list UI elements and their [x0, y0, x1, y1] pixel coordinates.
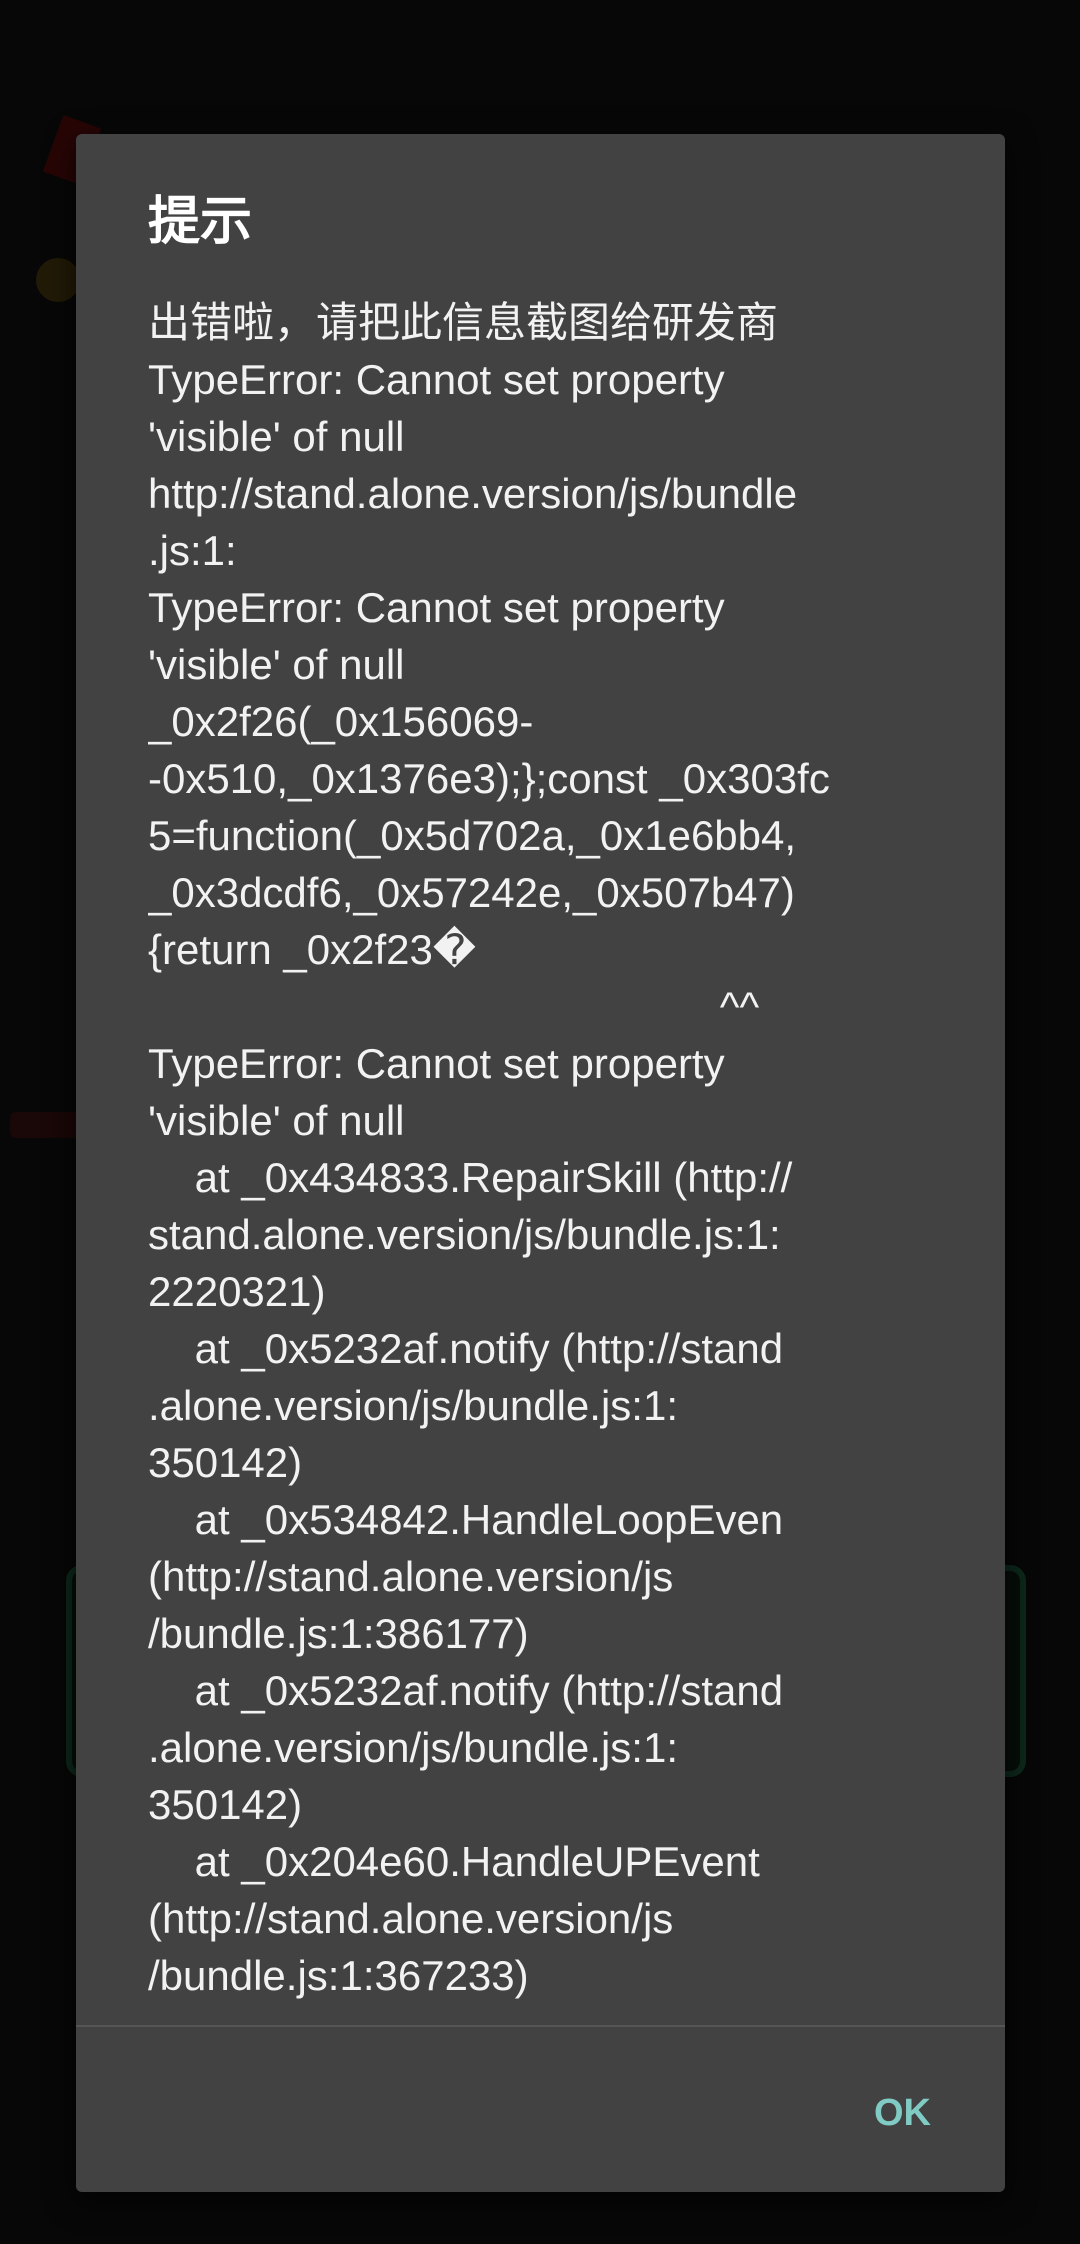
error-message[interactable]: 出错啦，请把此信息截图给研发商 TypeError: Cannot set pro… [148, 294, 948, 2156]
error-message-line: /bundle.js:1:367233) [148, 1952, 529, 1999]
error-message-line: at _0x534842.HandleLoopEven [148, 1496, 784, 1543]
error-message-line: .alone.version/js/bundle.js:1: [148, 1724, 678, 1771]
error-message-line: stand.alone.version/js/bundle.js:1: [148, 1211, 781, 1258]
error-message-line: http://stand.alone.version/js/bundle [148, 470, 798, 517]
error-message-line: 2220321) [148, 1268, 326, 1315]
error-message-line: TypeError: Cannot set property [148, 356, 725, 403]
error-message-line: .js:1: [148, 527, 237, 574]
error-message-line: 'visible' of null [148, 641, 405, 688]
error-message-line: 350142) [148, 1781, 303, 1828]
error-message-line: 'visible' of null [148, 1097, 405, 1144]
ok-button[interactable]: OK [860, 2082, 945, 2145]
error-message-line: 5=function(_0x5d702a,_0x1e6bb4, [148, 812, 797, 859]
dialog-title: 提示 [148, 192, 253, 252]
error-message-line: /bundle.js:1:386177) [148, 1610, 529, 1657]
error-message-line: 350142) [148, 1439, 303, 1486]
error-message-line: TypeError: Cannot set property [148, 584, 725, 631]
error-message-line: -0x510,_0x1376e3);};const _0x303fc [148, 755, 830, 802]
error-message-line: 'visible' of null [148, 413, 405, 460]
error-message-line: TypeError: Cannot set property [148, 1040, 725, 1087]
error-message-line: (http://stand.alone.version/js [148, 1895, 674, 1942]
dialog-divider [76, 2025, 1005, 2027]
error-dialog: 提示 出错啦，请把此信息截图给研发商 TypeError: Cannot set … [76, 134, 1005, 2192]
error-message-line: _0x3dcdf6,_0x57242e,_0x507b47) [148, 869, 795, 916]
error-message-line: ^^ [148, 983, 760, 1030]
error-message-line: at _0x204e60.HandleUPEvent [148, 1838, 760, 1885]
error-message-line: {return _0x2f23� [148, 926, 476, 973]
error-message-line: at _0x434833.RepairSkill (http:// [148, 1154, 793, 1201]
error-message-line: at _0x5232af.notify (http://stand [148, 1667, 784, 1714]
error-message-line: _0x2f26(_0x156069- [148, 698, 534, 745]
error-message-line: .alone.version/js/bundle.js:1: [148, 1382, 678, 1429]
error-message-line: at _0x5232af.notify (http://stand [148, 1325, 784, 1372]
error-message-line: (http://stand.alone.version/js [148, 1553, 674, 1600]
error-message-line: 出错啦，请把此信息截图给研发商 [148, 299, 779, 346]
